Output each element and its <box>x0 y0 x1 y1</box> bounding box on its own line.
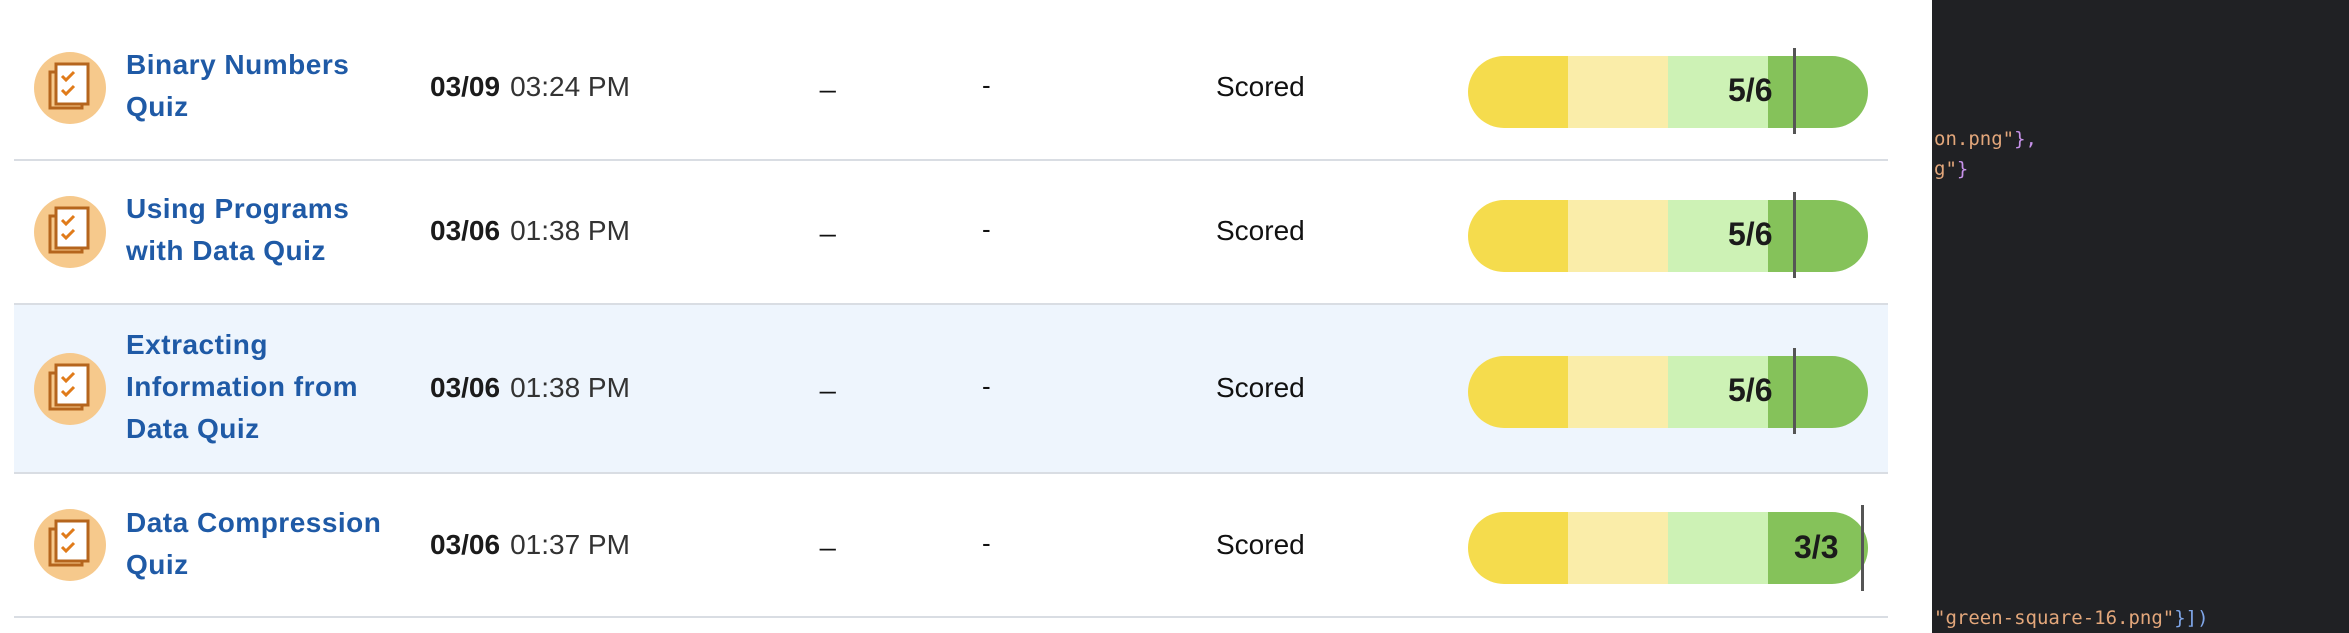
due-date: 03/06 01:38 PM <box>430 215 630 247</box>
quiz-title-link[interactable]: Extracting Information from Data Quiz <box>126 324 396 450</box>
score-marker <box>1861 505 1864 591</box>
title-line: Data Compression <box>126 507 382 538</box>
code-punct: } <box>1956 158 1969 180</box>
bar-segment <box>1768 56 1868 128</box>
quiz-row: Using Programs with Data Quiz 03/06 01:38… <box>14 161 1888 305</box>
bar-segment <box>1468 512 1568 584</box>
bar-segment <box>1568 512 1668 584</box>
score-bar <box>1468 200 1868 272</box>
date-time: 01:38 PM <box>510 215 630 246</box>
score-marker <box>1793 192 1796 278</box>
empty-value: - <box>982 371 991 401</box>
code-line: "green-square-16.png"}]) <box>1934 607 2209 629</box>
score-label: 5/6 <box>1728 216 1773 252</box>
bar-segment <box>1468 356 1568 428</box>
title-line: with Data Quiz <box>126 235 326 266</box>
date-day: 03/06 <box>430 529 501 560</box>
bar-segment <box>1468 56 1568 128</box>
empty-value: - <box>982 70 991 100</box>
code-string: g" <box>1934 158 1957 180</box>
checklist-icon <box>34 52 106 124</box>
checklist-icon <box>34 509 106 581</box>
code-editor-panel: on.png"}, g"} "green-square-16.png"}]) <box>1932 0 2349 633</box>
quiz-title-link[interactable]: Using Programs with Data Quiz <box>126 188 396 272</box>
bar-segment <box>1768 356 1868 428</box>
score-label: 3/3 <box>1794 529 1839 565</box>
quiz-list: Binary Numbers Quiz 03/09 03:24 PM _ - Sc… <box>0 0 1932 633</box>
code-punct: }, <box>2014 128 2037 150</box>
status-label: Scored <box>1216 529 1305 560</box>
quiz-row: Data Compression Quiz 03/06 01:37 PM _ - … <box>14 474 1888 618</box>
title-line: Binary Numbers <box>126 49 350 80</box>
code-string: on.png" <box>1934 128 2015 150</box>
placeholder-value: _ <box>820 520 836 551</box>
status-label: Scored <box>1216 215 1305 246</box>
bar-segment <box>1668 512 1768 584</box>
bar-segment <box>1568 56 1668 128</box>
empty-value: - <box>982 214 991 244</box>
empty-value: - <box>982 528 991 558</box>
checklist-icon <box>34 353 106 425</box>
code-line: on.png"}, <box>1934 128 2037 150</box>
placeholder-value: _ <box>820 363 836 394</box>
score-label: 5/6 <box>1728 72 1773 108</box>
score-marker <box>1793 348 1796 434</box>
date-time: 01:38 PM <box>510 372 630 403</box>
bar-segment <box>1468 200 1568 272</box>
title-line: Quiz <box>126 91 189 122</box>
checklist-icon <box>34 196 106 268</box>
placeholder-value: _ <box>820 206 836 237</box>
title-line: Data Quiz <box>126 413 260 444</box>
title-line: Using Programs <box>126 193 350 224</box>
placeholder-value: _ <box>820 62 836 93</box>
date-day: 03/09 <box>430 71 501 102</box>
status-label: Scored <box>1216 71 1305 102</box>
due-date: 03/06 01:37 PM <box>430 529 630 561</box>
date-time: 03:24 PM <box>510 71 630 102</box>
due-date: 03/06 01:38 PM <box>430 372 630 404</box>
date-day: 03/06 <box>430 372 501 403</box>
bar-segment <box>1568 200 1668 272</box>
status-label: Scored <box>1216 372 1305 403</box>
code-punct: }]) <box>2174 607 2209 629</box>
quiz-title-link[interactable]: Binary Numbers Quiz <box>126 44 396 128</box>
code-line: g"} <box>1934 158 1968 180</box>
due-date: 03/09 03:24 PM <box>430 71 630 103</box>
title-line: Information from <box>126 371 358 402</box>
score-marker <box>1793 48 1796 134</box>
quiz-row: Binary Numbers Quiz 03/09 03:24 PM _ - Sc… <box>14 0 1888 161</box>
score-label: 5/6 <box>1728 372 1773 408</box>
title-line: Quiz <box>126 549 189 580</box>
quiz-row: Extracting Information from Data Quiz 03… <box>14 305 1888 474</box>
code-string: "green-square-16.png" <box>1934 607 2175 629</box>
bar-segment <box>1568 356 1668 428</box>
date-time: 01:37 PM <box>510 529 630 560</box>
title-line: Extracting <box>126 329 268 360</box>
quiz-title-link[interactable]: Data Compression Quiz <box>126 502 396 586</box>
score-bar <box>1468 56 1868 128</box>
date-day: 03/06 <box>430 215 501 246</box>
score-bar <box>1468 356 1868 428</box>
bar-segment <box>1768 200 1868 272</box>
